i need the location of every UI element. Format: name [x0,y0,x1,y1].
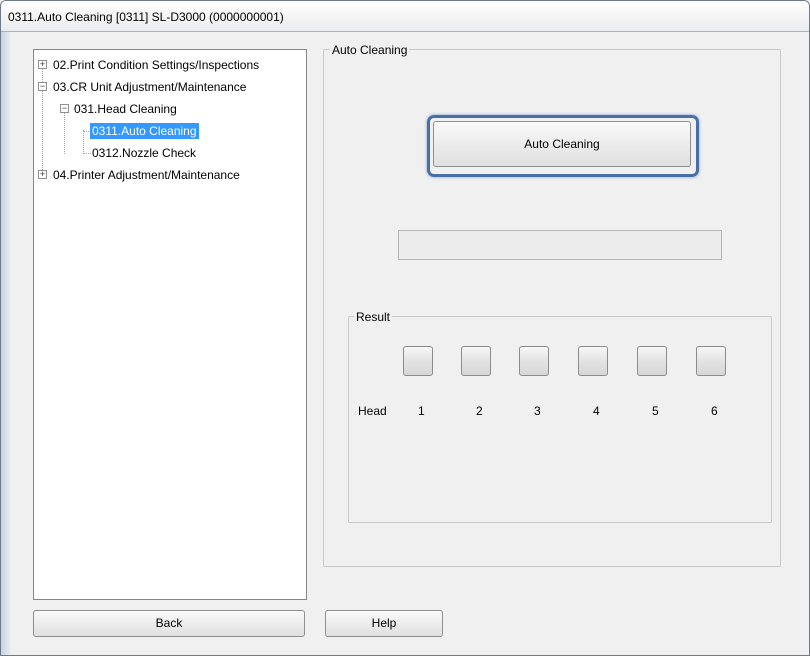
tree-item-label: 0311.Auto Cleaning [90,123,199,139]
progress-bar [398,230,722,260]
tree-connector [83,130,84,154]
tree-item-label: 02.Print Condition Settings/Inspections [53,58,260,72]
head-1-indicator [403,346,433,376]
head-number: 3 [534,404,541,418]
head-number: 6 [711,404,718,418]
auto-cleaning-group-label: Auto Cleaning [330,43,410,57]
tree-item-label: 031.Head Cleaning [74,102,177,116]
head-number: 2 [476,404,483,418]
tree-item-label: 03.CR Unit Adjustment/Maintenance [53,80,247,94]
collapse-icon[interactable]: − [38,82,47,91]
back-button[interactable]: Back [33,610,305,637]
dialog-window: 0311.Auto Cleaning [0311] SL-D3000 (0000… [0,0,810,656]
tree-item-label: 0312.Nozzle Check [92,146,197,160]
head-4-indicator [578,346,608,376]
help-button[interactable]: Help [325,610,443,637]
head-number: 4 [593,404,600,418]
head-row-label: Head [358,404,387,418]
auto-cleaning-button[interactable]: Auto Cleaning [433,121,691,167]
tree-connector [64,108,65,154]
tree-item-label: 04.Printer Adjustment/Maintenance [53,168,240,182]
head-number: 5 [652,404,659,418]
title-bar[interactable]: 0311.Auto Cleaning [0311] SL-D3000 (0000… [1,1,809,32]
head-6-indicator [696,346,726,376]
collapse-icon[interactable]: − [60,104,69,113]
tree-view[interactable]: + 02.Print Condition Settings/Inspection… [33,49,307,600]
result-group-label: Result [354,310,393,324]
head-2-indicator [461,346,491,376]
head-number: 1 [418,404,425,418]
window-border [1,32,10,655]
window-title: 0311.Auto Cleaning [0311] SL-D3000 (0000… [8,10,284,24]
expand-icon[interactable]: + [38,60,47,69]
expand-icon[interactable]: + [38,170,47,179]
head-5-indicator [637,346,667,376]
head-3-indicator [519,346,549,376]
